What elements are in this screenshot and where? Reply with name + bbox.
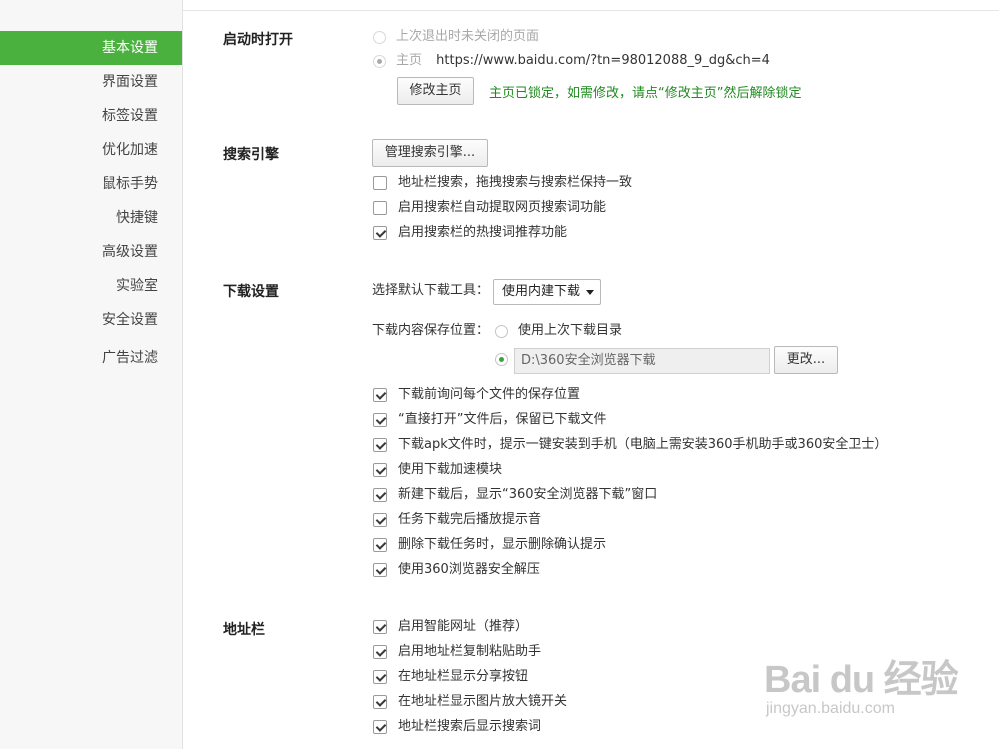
sidebar-item-label: 界面设置 [102, 74, 158, 90]
save-location-label: 下载内容保存位置： [372, 323, 490, 338]
sidebar-item-label: 高级设置 [102, 244, 158, 260]
sidebar-item-label: 标签设置 [102, 108, 158, 124]
sidebar-item-label: 快捷键 [116, 210, 158, 226]
startup-restore-option[interactable]: 上次退出时未关闭的页面 [373, 26, 539, 48]
sidebar-item-label: 鼠标手势 [102, 176, 158, 192]
checkbox[interactable] [373, 463, 387, 477]
checkbox[interactable] [373, 201, 387, 215]
download-option[interactable]: 删除下载任务时，显示删除确认提示 [373, 534, 606, 556]
addressbar-option[interactable]: 启用地址栏复制粘贴助手 [373, 641, 541, 663]
home-url: https://www.baidu.com/?tn=98012088_9_dg&… [436, 53, 770, 68]
startup-section-title: 启动时打开 [223, 32, 293, 48]
settings-sidebar: 基本设置 界面设置 标签设置 优化加速 鼠标手势 快捷键 高级设置 实验室 安全… [0, 0, 183, 749]
checkbox[interactable] [373, 720, 387, 734]
home-label: 主页 [396, 53, 423, 68]
sidebar-item-shortcuts[interactable]: 快捷键 [0, 201, 182, 235]
checkbox[interactable] [373, 438, 387, 452]
sidebar-item-lab[interactable]: 实验室 [0, 269, 182, 303]
option-label: “直接打开”文件后，保留已下载文件 [398, 412, 607, 427]
addressbar-section-title: 地址栏 [223, 622, 265, 638]
checkbox[interactable] [373, 670, 387, 684]
home-lock-note: 主页已锁定，如需修改，请点“修改主页”然后解除锁定 [489, 86, 802, 101]
search-option[interactable]: 启用搜索栏的热搜词推荐功能 [373, 222, 567, 244]
checkbox[interactable] [373, 488, 387, 502]
sidebar-item-security[interactable]: 安全设置 [0, 303, 182, 337]
checkbox[interactable] [373, 645, 387, 659]
baidu-jingyan-watermark: Bai du 经验 jingyan.baidu.com [760, 640, 960, 730]
download-tool-value: 使用内建下载 [502, 284, 581, 299]
sidebar-item-label: 安全设置 [102, 312, 158, 328]
option-label: 地址栏搜索后显示搜索词 [398, 719, 542, 734]
search-section-title: 搜索引擎 [223, 147, 279, 163]
change-path-button[interactable]: 更改... [774, 346, 838, 374]
download-tool-label: 选择默认下载工具： [372, 283, 490, 298]
option-label: 启用地址栏复制粘贴助手 [398, 644, 542, 659]
dropdown-arrow-icon [586, 290, 594, 295]
use-last-dir-label: 使用上次下载目录 [518, 323, 623, 338]
sidebar-item-tabs[interactable]: 标签设置 [0, 99, 182, 133]
radio-home[interactable] [373, 54, 386, 68]
download-option[interactable]: 下载apk文件时，提示一键安装到手机（电脑上需安装360手机助手或360安全卫士… [373, 434, 887, 456]
checkbox[interactable] [373, 620, 387, 634]
search-option[interactable]: 地址栏搜索，拖拽搜索与搜索栏保持一致 [373, 172, 632, 194]
option-label: 地址栏搜索，拖拽搜索与搜索栏保持一致 [398, 175, 633, 190]
download-option[interactable]: 使用360浏览器安全解压 [373, 559, 540, 581]
sidebar-item-mouse-gestures[interactable]: 鼠标手势 [0, 167, 182, 201]
option-label: 使用下载加速模块 [398, 462, 503, 477]
option-label: 删除下载任务时，显示删除确认提示 [398, 537, 607, 552]
option-label: 下载apk文件时，提示一键安装到手机（电脑上需安装360手机助手或360安全卫士… [398, 437, 888, 452]
watermark-brand: Bai du 经验 [764, 659, 959, 701]
option-label: 使用360浏览器安全解压 [398, 562, 540, 577]
checkbox[interactable] [373, 176, 387, 190]
download-section-title: 下载设置 [223, 284, 279, 300]
sidebar-item-advanced[interactable]: 高级设置 [0, 235, 182, 269]
radio-custom-dir[interactable] [495, 353, 508, 366]
download-option[interactable]: 任务下载完后播放提示音 [373, 509, 541, 531]
option-label: 新建下载后，显示“360安全浏览器下载”窗口 [398, 487, 658, 502]
startup-home-option[interactable]: 主页 https://www.baidu.com/?tn=98012088_9_… [373, 50, 770, 72]
checkbox[interactable] [373, 513, 387, 527]
option-label: 启用智能网址（推荐） [398, 619, 529, 634]
radio-restore[interactable] [373, 30, 386, 44]
download-tool-select[interactable]: 使用内建下载 [493, 279, 601, 305]
download-option[interactable]: 新建下载后，显示“360安全浏览器下载”窗口 [373, 484, 657, 506]
sidebar-item-optimize[interactable]: 优化加速 [0, 133, 182, 167]
manage-search-engines-button[interactable]: 管理搜索引擎... [372, 139, 488, 167]
download-option[interactable]: “直接打开”文件后，保留已下载文件 [373, 409, 606, 431]
sidebar-item-label: 广告过滤 [102, 350, 158, 366]
checkbox[interactable] [373, 226, 387, 240]
search-option[interactable]: 启用搜索栏自动提取网页搜索词功能 [373, 197, 606, 219]
addressbar-option[interactable]: 启用智能网址（推荐） [373, 616, 528, 638]
option-label: 启用搜索栏自动提取网页搜索词功能 [398, 200, 607, 215]
checkbox[interactable] [373, 563, 387, 577]
sidebar-item-label: 优化加速 [102, 142, 158, 158]
sidebar-item-label: 基本设置 [102, 40, 158, 56]
addressbar-option[interactable]: 在地址栏显示图片放大镜开关 [373, 691, 567, 713]
checkbox[interactable] [373, 695, 387, 709]
restore-label: 上次退出时未关闭的页面 [396, 29, 540, 44]
download-option[interactable]: 使用下载加速模块 [373, 459, 502, 481]
checkbox[interactable] [373, 413, 387, 427]
sidebar-item-adblock[interactable]: 广告过滤 [0, 341, 182, 375]
checkbox[interactable] [373, 538, 387, 552]
watermark-url: jingyan.baidu.com [766, 700, 895, 717]
option-label: 任务下载完后播放提示音 [398, 512, 542, 527]
option-label: 下载前询问每个文件的保存位置 [398, 387, 581, 402]
sidebar-item-label: 实验室 [116, 278, 158, 294]
use-last-dir-option[interactable]: 使用上次下载目录 [495, 320, 622, 342]
download-option[interactable]: 下载前询问每个文件的保存位置 [373, 384, 580, 406]
modify-home-button[interactable]: 修改主页 [397, 77, 474, 105]
option-label: 在地址栏显示分享按钮 [398, 669, 529, 684]
addressbar-option[interactable]: 在地址栏显示分享按钮 [373, 666, 528, 688]
option-label: 启用搜索栏的热搜词推荐功能 [398, 225, 568, 240]
checkbox[interactable] [373, 388, 387, 402]
top-divider [183, 10, 999, 11]
download-path-field[interactable]: D:\360安全浏览器下载 [514, 348, 770, 374]
option-label: 在地址栏显示图片放大镜开关 [398, 694, 568, 709]
radio-last-dir[interactable] [495, 324, 508, 338]
addressbar-option[interactable]: 地址栏搜索后显示搜索词 [373, 716, 541, 738]
sidebar-item-interface[interactable]: 界面设置 [0, 65, 182, 99]
sidebar-item-basic[interactable]: 基本设置 [0, 31, 182, 65]
